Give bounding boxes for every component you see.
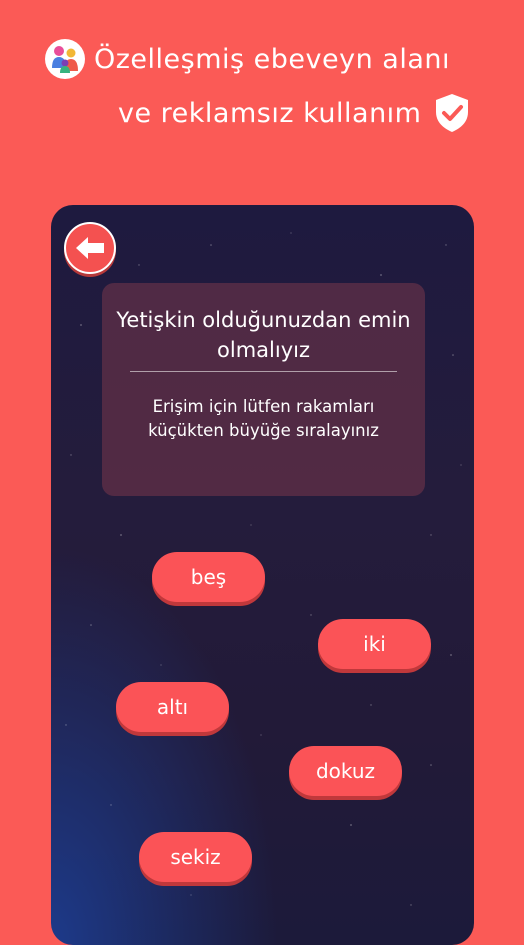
app-screen: Yetişkin olduğunuzdan emin olmalıyız Eri…: [51, 205, 474, 945]
number-button-sekiz[interactable]: sekiz: [139, 832, 252, 882]
header-subtitle: ve reklamsız kullanım: [118, 97, 422, 129]
header-line-1: Özelleşmiş ebeveyn alanı: [44, 36, 450, 82]
panel-divider: [130, 371, 397, 372]
back-button[interactable]: [64, 222, 116, 274]
number-button-dokuz[interactable]: dokuz: [289, 746, 402, 796]
header-line-2: ve reklamsız kullanım: [118, 90, 471, 136]
age-verification-panel: Yetişkin olduğunuzdan emin olmalıyız Eri…: [102, 283, 425, 496]
panel-title: Yetişkin olduğunuzdan emin olmalıyız: [116, 308, 411, 362]
panel-instructions: Erişim için lütfen rakamları küçükten bü…: [148, 397, 379, 440]
header-title: Özelleşmiş ebeveyn alanı: [94, 43, 450, 75]
number-button-bes[interactable]: beş: [152, 552, 265, 602]
shield-check-icon: [436, 94, 469, 132]
family-logo-icon: [45, 39, 85, 79]
arrow-left-icon: [76, 237, 104, 259]
number-button-iki[interactable]: iki: [318, 619, 431, 669]
number-button-alti[interactable]: altı: [116, 682, 229, 732]
